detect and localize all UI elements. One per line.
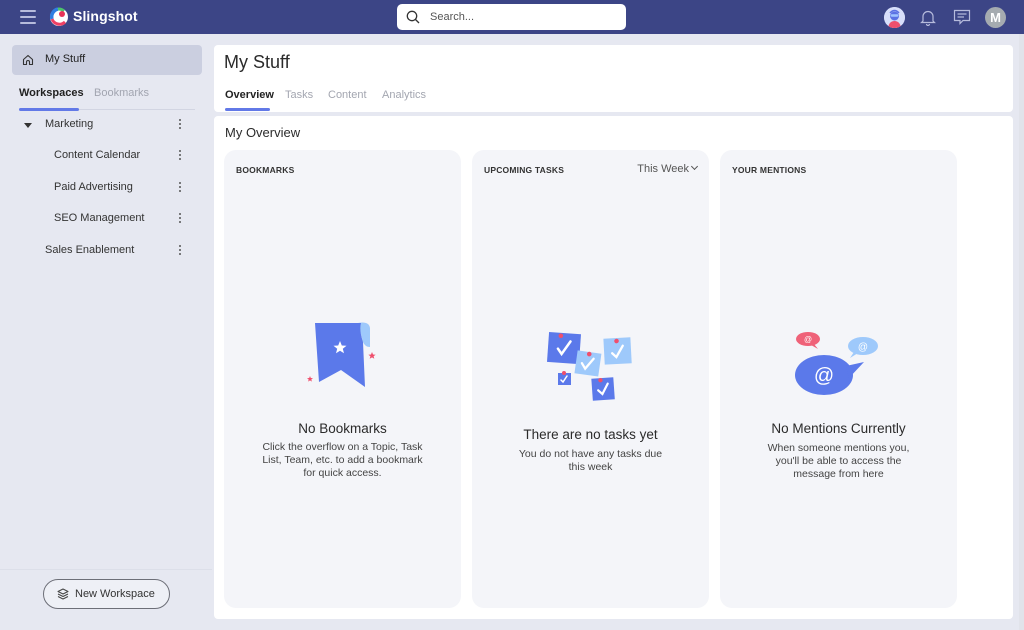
home-icon [22, 54, 34, 66]
messages-icon[interactable] [953, 9, 971, 25]
sidebar-tabs: Workspaces Bookmarks [19, 87, 195, 111]
tasks-illustration [472, 330, 709, 408]
user-avatar[interactable]: M [985, 7, 1006, 28]
workspace-sales-enablement[interactable]: Sales Enablement [19, 239, 195, 263]
sticky-notes-checklist-icon [546, 331, 632, 401]
speech-bubbles-mention-icon: @ @ @ [794, 332, 878, 395]
page-title: My Stuff [224, 52, 290, 72]
search-icon [406, 10, 420, 24]
search-input[interactable] [430, 7, 615, 27]
slingshot-logo-icon [49, 7, 68, 26]
active-tab-indicator [19, 108, 79, 111]
tab-workspaces[interactable]: Workspaces [19, 87, 84, 99]
svg-text:@: @ [813, 365, 833, 387]
workspace-label: Paid Advertising [54, 181, 133, 193]
tab-tasks[interactable]: Tasks [285, 89, 313, 101]
top-bar: Slingshot M [0, 0, 1024, 34]
workspace-label: Marketing [45, 118, 94, 130]
layers-icon [57, 588, 69, 600]
svg-text:@: @ [803, 335, 811, 344]
active-tab-indicator [225, 108, 270, 111]
sidebar: My Stuff Workspaces Bookmarks Marketing … [0, 34, 212, 630]
time-filter-dropdown[interactable]: This Week [637, 162, 699, 175]
more-options-icon[interactable] [179, 213, 182, 225]
new-workspace-button[interactable]: New Workspace [43, 579, 170, 609]
sidebar-divider [0, 569, 212, 570]
bookmark-ribbon-icon [306, 322, 376, 387]
upcoming-tasks-panel: UPCOMING TASKS This Week There are no ta… [472, 150, 709, 608]
more-options-icon[interactable] [179, 150, 182, 162]
notifications-bell-icon[interactable] [920, 9, 936, 26]
tab-analytics[interactable]: Analytics [382, 89, 426, 101]
more-options-icon[interactable] [179, 119, 182, 131]
search-box[interactable] [397, 4, 626, 30]
mentions-illustration: @ @ @ [720, 330, 957, 400]
menu-icon[interactable] [20, 10, 36, 24]
bookmark-illustration [224, 320, 461, 392]
time-filter-value: This Week [637, 163, 689, 175]
workspace-content-calendar[interactable]: Content Calendar [19, 144, 195, 168]
more-options-icon[interactable] [179, 245, 182, 257]
empty-state-description: Click the overflow on a Topic, Task List… [262, 441, 423, 479]
workspace-label: Content Calendar [54, 149, 141, 161]
chevron-down-icon [690, 162, 699, 171]
bot-avatar-icon [884, 7, 905, 28]
overview-section: My Overview BOOKMARKS No Bookmarks Click… [214, 116, 1013, 619]
new-workspace-label: New Workspace [75, 588, 155, 600]
sidebar-item-my-stuff[interactable]: My Stuff [12, 45, 202, 75]
brand-name: Slingshot [73, 8, 138, 24]
workspace-seo-management[interactable]: SEO Management [19, 207, 195, 231]
assistant-avatar[interactable] [884, 7, 905, 28]
workspace-label: Sales Enablement [45, 244, 135, 256]
empty-state-description: You do not have any tasks due this week [518, 448, 663, 473]
panel-title: BOOKMARKS [236, 165, 295, 175]
empty-state-title: No Bookmarks [298, 421, 387, 436]
expand-caret-icon[interactable] [24, 123, 32, 128]
window-scrollbar[interactable] [1019, 34, 1024, 630]
empty-state-title: There are no tasks yet [523, 427, 658, 442]
workspace-marketing[interactable]: Marketing [19, 113, 195, 137]
workspace-label: SEO Management [54, 212, 145, 224]
empty-state-description: When someone mentions you, you'll be abl… [767, 442, 910, 480]
empty-state-title: No Mentions Currently [771, 421, 906, 436]
svg-text:@: @ [857, 342, 867, 353]
panel-title: UPCOMING TASKS [484, 165, 565, 175]
tab-content[interactable]: Content [328, 89, 367, 101]
workspace-paid-advertising[interactable]: Paid Advertising [19, 176, 195, 200]
section-title: My Overview [225, 125, 301, 140]
page-header: My Stuff Overview Tasks Content Analytic… [214, 45, 1013, 112]
panel-title: YOUR MENTIONS [732, 165, 807, 175]
tab-overview[interactable]: Overview [225, 89, 274, 101]
mentions-panel: YOUR MENTIONS @ @ @ No Mentions Currentl… [720, 150, 957, 608]
more-options-icon[interactable] [179, 182, 182, 194]
bookmarks-panel: BOOKMARKS No Bookmarks Click the overflo… [224, 150, 461, 608]
tab-bookmarks[interactable]: Bookmarks [94, 87, 149, 99]
sidebar-item-label: My Stuff [45, 53, 86, 65]
